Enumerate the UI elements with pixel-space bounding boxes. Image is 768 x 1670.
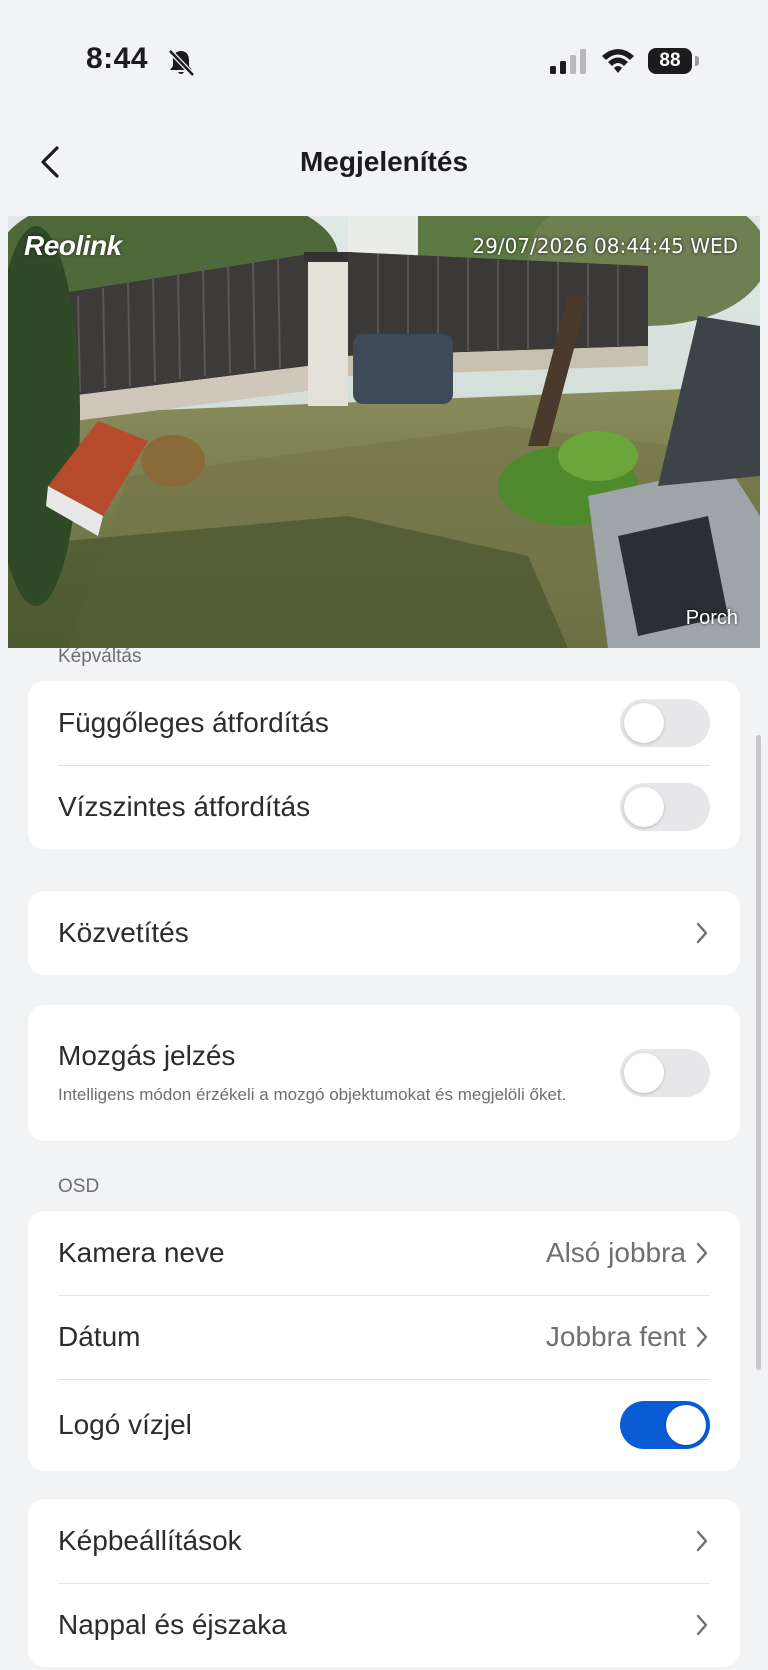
battery-tip [695, 56, 699, 66]
vertical-flip-row: Függőleges átfordítás [28, 681, 740, 765]
logo-watermark-label: Logó vízjel [58, 1409, 192, 1440]
toggle-knob [624, 703, 664, 743]
camera-name-row[interactable]: Kamera neve Alsó jobbra [28, 1211, 740, 1295]
motion-description: Intelligens módon érzékeli a mozgó objek… [58, 1084, 567, 1104]
chevron-right-icon [696, 1326, 708, 1348]
day-night-row[interactable]: Nappal és éjszaka [28, 1583, 740, 1667]
logo-watermark-toggle[interactable] [620, 1401, 710, 1449]
date-row[interactable]: Dátum Jobbra fent [28, 1295, 740, 1379]
camera-scene [8, 216, 760, 648]
osd-card: Kamera neve Alsó jobbra Dátum Jobbra fen… [28, 1211, 740, 1471]
motion-toggle[interactable] [620, 1049, 710, 1097]
day-night-label: Nappal és éjszaka [58, 1609, 287, 1640]
horizontal-flip-row: Vízszintes átfordítás [28, 765, 740, 849]
chevron-right-icon [696, 922, 708, 944]
camera-preview[interactable]: Reolink 29/07/2026 08:44:45 WED Porch [8, 216, 760, 648]
camera-logo-watermark: Reolink [24, 230, 122, 261]
page-title: Megjelenítés [299, 146, 469, 177]
motion-text: Mozgás jelzés Intelligens módon érzékeli… [58, 1040, 620, 1107]
chevron-right-icon [696, 1530, 708, 1552]
date-label: Dátum [58, 1321, 141, 1352]
stream-label: Közvetítés [58, 917, 189, 948]
motion-card: Mozgás jelzés Intelligens módon érzékeli… [28, 1005, 740, 1141]
date-value: Jobbra fent [545, 1321, 686, 1352]
cellular-signal-icon [550, 49, 586, 74]
stream-card: Közvetítés [28, 891, 740, 975]
section-label-image-flip: Képváltás [58, 646, 142, 667]
more-settings-card: Képbeállítások Nappal és éjszaka [28, 1499, 740, 1667]
toggle-knob [624, 1053, 664, 1093]
image-settings-label: Képbeállítások [58, 1525, 242, 1556]
page: 8:44 88 Megjelenítés Reolink 29/07/2026 … [0, 0, 768, 1670]
vertical-flip-toggle[interactable] [620, 699, 710, 747]
motion-label: Mozgás jelzés [58, 1039, 236, 1071]
status-bar: 8:44 88 [0, 0, 768, 110]
camera-name-overlay: Porch [685, 607, 738, 629]
stream-row[interactable]: Közvetítés [28, 891, 740, 975]
toggle-knob [624, 787, 664, 827]
camera-name-label: Kamera neve [58, 1237, 225, 1268]
toggle-knob [666, 1405, 706, 1445]
logo-watermark-row: Logó vízjel [28, 1379, 740, 1471]
bell-slash-icon [168, 49, 195, 77]
wifi-icon [602, 49, 634, 73]
status-time: 8:44 [86, 42, 149, 75]
horizontal-flip-toggle[interactable] [620, 783, 710, 831]
battery-icon: 88 [648, 48, 692, 74]
chevron-right-icon [696, 1614, 708, 1636]
camera-name-value: Alsó jobbra [545, 1237, 686, 1268]
scrollbar[interactable] [756, 735, 761, 1370]
vertical-flip-label: Függőleges átfordítás [58, 707, 329, 738]
image-flip-card: Függőleges átfordítás Vízszintes átfordí… [28, 681, 740, 849]
image-settings-row[interactable]: Képbeállítások [28, 1499, 740, 1583]
nav-bar: Megjelenítés [0, 110, 768, 215]
motion-row: Mozgás jelzés Intelligens módon érzékeli… [28, 1005, 740, 1141]
camera-timestamp: 29/07/2026 08:44:45 WED [472, 234, 738, 258]
horizontal-flip-label: Vízszintes átfordítás [58, 791, 311, 822]
chevron-right-icon [696, 1242, 708, 1264]
section-label-osd: OSD [58, 1176, 100, 1197]
